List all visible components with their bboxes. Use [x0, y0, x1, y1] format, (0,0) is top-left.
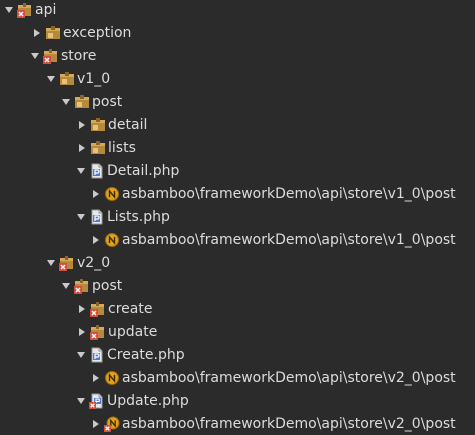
chevron-down-icon[interactable] — [59, 95, 73, 109]
package-error-icon — [17, 2, 33, 18]
tree-item-label: asbamboo\frameworkDemo\api\store\v1_0\po… — [122, 231, 456, 248]
tree-item-namespace[interactable]: asbamboo\frameworkDemo\api\store\v2_0\po… — [0, 412, 475, 435]
tree-item-label: post — [92, 277, 123, 294]
package-error-icon — [90, 301, 106, 317]
namespace-icon — [104, 232, 120, 248]
tree-item-detail-php[interactable]: Detail.php — [0, 159, 475, 182]
chevron-right-icon[interactable] — [89, 417, 103, 431]
chevron-down-icon[interactable] — [59, 279, 73, 293]
tree-item-label: Update.php — [107, 392, 189, 409]
tree-item-lists-php[interactable]: Lists.php — [0, 205, 475, 228]
php-file-icon — [89, 347, 105, 363]
chevron-down-icon[interactable] — [74, 210, 88, 224]
tree-item-create[interactable]: create — [0, 297, 475, 320]
project-tree: api exception store v1_0 post detail lis… — [0, 0, 475, 435]
package-error-icon — [74, 278, 90, 294]
tree-item-label: v2_0 — [77, 254, 111, 271]
namespace-icon — [104, 186, 120, 202]
tree-item-label: Create.php — [107, 346, 185, 363]
package-error-icon — [90, 324, 106, 340]
tree-item-store[interactable]: store — [0, 44, 475, 67]
tree-item-label: update — [108, 323, 158, 340]
tree-item-label: asbamboo\frameworkDemo\api\store\v2_0\po… — [122, 415, 456, 432]
tree-item-label: lists — [108, 139, 136, 156]
tree-item-label: post — [92, 93, 123, 110]
tree-item-namespace[interactable]: asbamboo\frameworkDemo\api\store\v1_0\po… — [0, 182, 475, 205]
php-file-icon — [89, 209, 105, 225]
tree-item-label: asbamboo\frameworkDemo\api\store\v2_0\po… — [122, 369, 456, 386]
chevron-right-icon[interactable] — [75, 141, 89, 155]
tree-item-label: create — [108, 300, 153, 317]
chevron-down-icon[interactable] — [74, 164, 88, 178]
tree-item-label: Detail.php — [107, 162, 180, 179]
package-icon — [45, 25, 61, 41]
chevron-down-icon[interactable] — [44, 72, 58, 86]
package-error-icon — [43, 48, 59, 64]
tree-item-label: Lists.php — [107, 208, 170, 225]
tree-item-label: asbamboo\frameworkDemo\api\store\v1_0\po… — [122, 185, 456, 202]
tree-item-update[interactable]: update — [0, 320, 475, 343]
chevron-right-icon[interactable] — [75, 118, 89, 132]
tree-item-lists[interactable]: lists — [0, 136, 475, 159]
tree-item-namespace[interactable]: asbamboo\frameworkDemo\api\store\v2_0\po… — [0, 366, 475, 389]
php-file-error-icon — [89, 393, 105, 409]
tree-item-update-php[interactable]: Update.php — [0, 389, 475, 412]
chevron-down-icon[interactable] — [2, 3, 16, 17]
package-icon — [59, 71, 75, 87]
chevron-right-icon[interactable] — [89, 187, 103, 201]
tree-item-namespace[interactable]: asbamboo\frameworkDemo\api\store\v1_0\po… — [0, 228, 475, 251]
tree-item-label: api — [35, 1, 57, 18]
chevron-right-icon[interactable] — [30, 26, 44, 40]
tree-item-label: exception — [63, 24, 132, 41]
chevron-down-icon[interactable] — [74, 348, 88, 362]
chevron-right-icon[interactable] — [75, 302, 89, 316]
tree-item-v2-0[interactable]: v2_0 — [0, 251, 475, 274]
tree-item-label: v1_0 — [77, 70, 111, 87]
package-error-icon — [59, 255, 75, 271]
tree-item-label: store — [61, 47, 97, 64]
tree-item-post[interactable]: post — [0, 274, 475, 297]
tree-item-label: detail — [108, 116, 148, 133]
chevron-down-icon[interactable] — [74, 394, 88, 408]
tree-item-create-php[interactable]: Create.php — [0, 343, 475, 366]
chevron-down-icon[interactable] — [28, 49, 42, 63]
tree-item-detail[interactable]: detail — [0, 113, 475, 136]
chevron-down-icon[interactable] — [44, 256, 58, 270]
tree-item-post[interactable]: post — [0, 90, 475, 113]
chevron-right-icon[interactable] — [89, 233, 103, 247]
namespace-error-icon — [104, 416, 120, 432]
package-icon — [90, 140, 106, 156]
chevron-right-icon[interactable] — [89, 371, 103, 385]
tree-item-api[interactable]: api — [0, 0, 475, 21]
chevron-right-icon[interactable] — [75, 325, 89, 339]
php-file-icon — [89, 163, 105, 179]
namespace-icon — [104, 370, 120, 386]
tree-item-v1-0[interactable]: v1_0 — [0, 67, 475, 90]
package-icon — [74, 94, 90, 110]
package-icon — [90, 117, 106, 133]
tree-item-exception[interactable]: exception — [0, 21, 475, 44]
